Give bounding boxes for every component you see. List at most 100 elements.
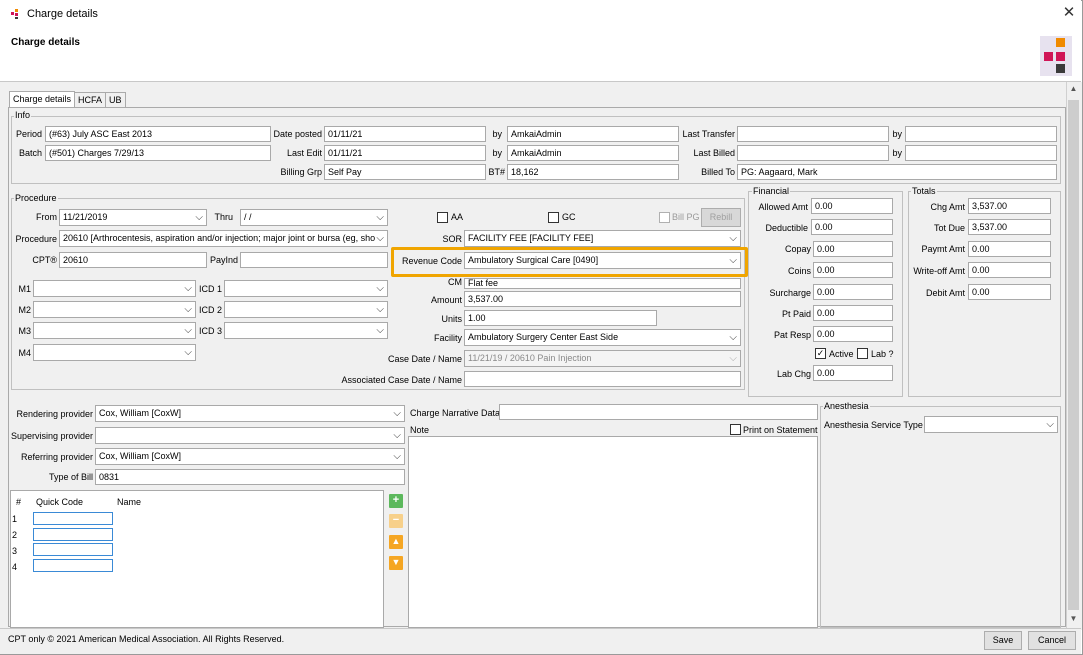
pt-paid-field[interactable]: 0.00 — [813, 305, 893, 321]
procedure-select[interactable]: 20610 [Arthrocentesis, aspiration and/or… — [59, 230, 388, 247]
chg-amt-field[interactable]: 3,537.00 — [968, 198, 1051, 214]
procedure-group-label: Procedure — [14, 193, 58, 203]
note-textarea[interactable] — [408, 436, 818, 628]
bill-pg-label: Bill PG — [672, 212, 700, 222]
from-label: From — [36, 212, 57, 222]
remove-row-icon[interactable]: − — [389, 514, 403, 528]
period-field[interactable]: (#63) July ASC East 2013 — [45, 126, 271, 142]
tab-charge-details[interactable]: Charge details — [9, 91, 76, 108]
units-field[interactable]: 1.00 — [464, 310, 657, 326]
m3-select[interactable]: ⌵ — [33, 322, 196, 339]
referring-provider-label: Referring provider — [20, 452, 93, 462]
procedure-label: Procedure — [15, 234, 57, 244]
thru-value: / / — [244, 212, 252, 222]
sor-select[interactable]: FACILITY FEE [FACILITY FEE] ⌵ — [464, 230, 741, 247]
rendering-provider-select[interactable]: Cox, William [CoxW] ⌵ — [95, 405, 405, 422]
bill-pg-checkbox[interactable] — [659, 212, 670, 223]
cancel-button[interactable]: Cancel — [1028, 631, 1076, 650]
batch-field[interactable]: (#501) Charges 7/29/13 — [45, 145, 271, 161]
close-icon[interactable]: ✕ — [1060, 4, 1078, 22]
quick-code-input[interactable] — [33, 543, 113, 556]
add-row-icon[interactable]: + — [389, 494, 403, 508]
tot-due-field[interactable]: 3,537.00 — [968, 219, 1051, 235]
copay-field[interactable]: 0.00 — [813, 241, 893, 257]
case-date-select[interactable]: 11/21/19 / 20610 Pain Injection ⌵ — [464, 350, 741, 367]
scrollbar-thumb[interactable] — [1068, 100, 1079, 610]
billed-to-field[interactable]: PG: Aagaard, Mark — [737, 164, 1057, 180]
cm-field[interactable]: Flat fee — [464, 278, 741, 289]
cpt-field[interactable]: 20610 — [59, 252, 207, 268]
last-edit-field[interactable]: 01/11/21 — [324, 145, 486, 161]
col-header-quick-code: Quick Code — [36, 497, 84, 507]
revenue-code-select[interactable]: Ambulatory Surgical Care [0490] ⌵ — [464, 252, 741, 269]
rebill-button[interactable]: Rebill — [701, 208, 741, 227]
quick-code-input[interactable] — [33, 559, 113, 572]
chevron-down-icon: ⌵ — [393, 451, 401, 462]
chevron-down-icon: ⌵ — [376, 304, 384, 315]
by-edit-field[interactable]: AmkaiAdmin — [507, 145, 679, 161]
tab-ub[interactable]: UB — [105, 92, 126, 107]
last-transfer-field[interactable] — [737, 126, 889, 142]
m1-label: M1 — [18, 284, 31, 294]
icd3-select[interactable]: ⌵ — [224, 322, 388, 339]
page-title: Charge details — [11, 37, 80, 48]
surcharge-field[interactable]: 0.00 — [813, 284, 893, 300]
icd1-select[interactable]: ⌵ — [224, 280, 388, 297]
active-checkbox[interactable]: ✓ — [815, 348, 826, 359]
chevron-down-icon: ⌵ — [376, 283, 384, 294]
pat-resp-field[interactable]: 0.00 — [813, 326, 893, 342]
coins-label: Coins — [787, 266, 811, 276]
coins-field[interactable]: 0.00 — [813, 262, 893, 278]
m1-select[interactable]: ⌵ — [33, 280, 196, 297]
chevron-down-icon: ⌵ — [376, 233, 384, 244]
gc-checkbox[interactable] — [548, 212, 559, 223]
date-posted-field[interactable]: 01/11/21 — [324, 126, 486, 142]
chevron-down-icon: ⌵ — [184, 283, 192, 294]
deductible-field[interactable]: 0.00 — [811, 219, 893, 235]
by-billed-field[interactable] — [905, 145, 1057, 161]
charge-narrative-field[interactable] — [499, 404, 818, 420]
referring-provider-select[interactable]: Cox, William [CoxW] ⌵ — [95, 448, 405, 465]
supervising-provider-select[interactable]: ⌵ — [95, 427, 405, 444]
facility-select[interactable]: Ambulatory Surgery Center East Side ⌵ — [464, 329, 741, 346]
debit-amt-field[interactable]: 0.00 — [968, 284, 1051, 300]
scroll-up-icon[interactable]: ▲ — [1068, 84, 1079, 96]
save-button[interactable]: Save — [984, 631, 1022, 650]
anesthesia-service-type-select[interactable]: ⌵ — [924, 416, 1058, 433]
bt-label: BT# — [488, 167, 505, 177]
lab-checkbox[interactable] — [857, 348, 868, 359]
from-date-picker[interactable]: 11/21/2019 ⌵ — [59, 209, 207, 226]
by-posted-field[interactable]: AmkaiAdmin — [507, 126, 679, 142]
m4-select[interactable]: ⌵ — [33, 344, 196, 361]
anesthesia-group — [820, 406, 1061, 628]
amount-field[interactable]: 3,537.00 — [464, 291, 741, 307]
row-number: 3 — [12, 546, 18, 556]
aa-label: AA — [451, 212, 464, 222]
aa-checkbox[interactable] — [437, 212, 448, 223]
anesthesia-service-type-label: Anesthesia Service Type — [824, 420, 923, 430]
move-down-icon[interactable]: ▼ — [389, 556, 403, 570]
quick-code-input[interactable] — [33, 528, 113, 541]
allowed-amt-field[interactable]: 0.00 — [811, 198, 893, 214]
paymt-amt-field[interactable]: 0.00 — [968, 241, 1051, 257]
tab-hcfa[interactable]: HCFA — [74, 92, 107, 107]
writeoff-amt-field[interactable]: 0.00 — [968, 262, 1051, 278]
thru-date-picker[interactable]: / / ⌵ — [240, 209, 388, 226]
m2-select[interactable]: ⌵ — [33, 301, 196, 318]
chevron-down-icon: ⌵ — [195, 212, 203, 223]
lab-chg-field[interactable]: 0.00 — [813, 365, 893, 381]
type-of-bill-field[interactable]: 0831 — [95, 469, 405, 485]
bt-field[interactable]: 18,162 — [507, 164, 679, 180]
amount-label: Amount — [430, 295, 462, 305]
billing-grp-field[interactable]: Self Pay — [324, 164, 486, 180]
print-on-statement-checkbox[interactable] — [730, 424, 741, 435]
lab-label: Lab ? — [871, 349, 894, 359]
by-transfer-field[interactable] — [905, 126, 1057, 142]
scroll-down-icon[interactable]: ▼ — [1068, 614, 1079, 626]
payind-field[interactable] — [240, 252, 388, 268]
last-billed-field[interactable] — [737, 145, 889, 161]
quick-code-input[interactable] — [33, 512, 113, 525]
icd2-select[interactable]: ⌵ — [224, 301, 388, 318]
move-up-icon[interactable]: ▲ — [389, 535, 403, 549]
assoc-case-field[interactable] — [464, 371, 741, 387]
